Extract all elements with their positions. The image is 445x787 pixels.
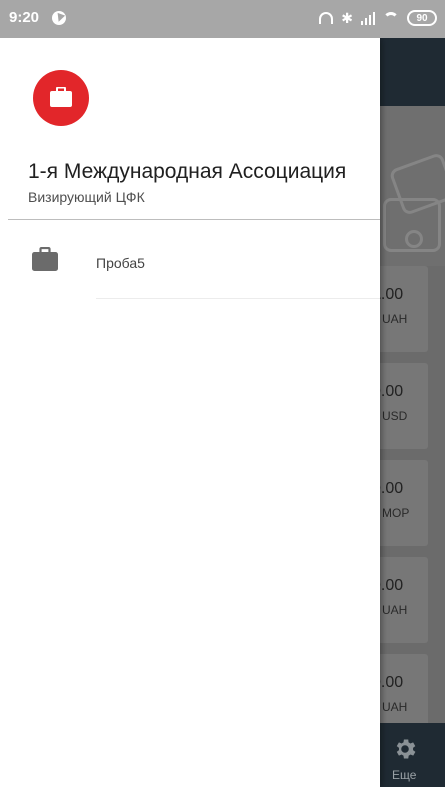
card-amount-decimal: .00	[380, 383, 404, 400]
bottom-nav-more-label[interactable]: Еще	[392, 768, 416, 782]
wallet-icon	[383, 151, 445, 252]
divider	[8, 219, 380, 220]
battery-icon: 90	[407, 10, 437, 26]
briefcase-icon	[32, 247, 58, 271]
organization-name: 1-я Международная Ассоциация	[28, 160, 347, 183]
status-bar: 9:20 ✱ 90	[0, 0, 445, 38]
status-time: 9:20	[9, 9, 40, 26]
divider	[96, 298, 380, 299]
account-card[interactable]: 1.00 UAH	[372, 266, 428, 352]
organization-logo	[33, 70, 89, 126]
card-amount-decimal: .00	[380, 674, 404, 691]
bluetooth-icon: ✱	[341, 10, 353, 26]
signal-icon	[361, 11, 375, 25]
headphones-icon	[319, 12, 334, 24]
wifi-icon	[383, 10, 399, 26]
card-amount-decimal: .00	[380, 480, 404, 497]
card-amount-decimal: .00	[380, 577, 404, 594]
card-currency: UAH	[382, 700, 408, 714]
briefcase-icon	[50, 87, 72, 107]
account-card[interactable]: 0.00 UAH	[372, 557, 428, 643]
account-card[interactable]: 0.00 USD	[372, 363, 428, 449]
status-icons: ✱ 90	[319, 8, 437, 28]
account-card[interactable]: 0.00 MOP	[372, 460, 428, 546]
card-amount-decimal: .00	[380, 286, 404, 303]
gear-icon[interactable]	[392, 736, 418, 762]
card-currency: USD	[382, 409, 408, 423]
card-currency: UAH	[382, 603, 408, 617]
card-currency: MOP	[382, 506, 410, 520]
drawer-item-proba5[interactable]: Проба5	[0, 233, 380, 299]
navigation-drawer: 1-я Международная Ассоциация Визирующий …	[0, 38, 380, 787]
drawer-item-label: Проба5	[96, 255, 145, 271]
navigation-icon	[52, 11, 66, 25]
card-currency: UAH	[382, 312, 408, 326]
user-role: Визирующий ЦФК	[28, 189, 145, 205]
